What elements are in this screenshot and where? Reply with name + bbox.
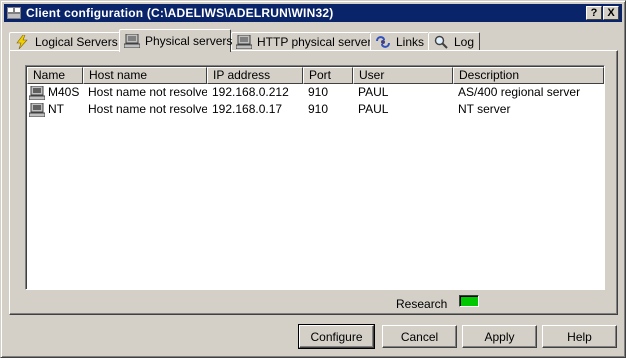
research-label: Research — [396, 297, 448, 311]
column-header-ip-address[interactable]: IP address — [207, 67, 303, 84]
configure-button[interactable]: Configure — [298, 324, 375, 349]
computer-icon — [29, 85, 45, 100]
tab-label: Links — [396, 35, 425, 49]
cell-port: 910 — [308, 85, 329, 99]
apply-button[interactable]: Apply — [462, 325, 537, 348]
magnifier-icon — [433, 35, 449, 49]
column-header-description[interactable]: Description — [453, 67, 604, 84]
lightning-icon — [14, 35, 30, 49]
cancel-button[interactable]: Cancel — [382, 325, 457, 348]
help-title-button[interactable]: ? — [586, 6, 602, 20]
tab-http-physical-servers[interactable]: HTTP physical servers — [231, 32, 377, 51]
research-indicator — [459, 295, 479, 307]
tab-panel-physical-servers: Name Host name IP address Port User Desc… — [9, 50, 618, 315]
cell-host-name: Host name not resolved — [88, 102, 207, 116]
cell-name: M40S — [27, 84, 83, 101]
tab-links[interactable]: Links — [370, 32, 429, 51]
app-icon — [7, 7, 21, 19]
help-button[interactable]: Help — [542, 325, 617, 348]
column-header-user[interactable]: User — [353, 67, 453, 84]
tab-label: Physical servers — [145, 34, 233, 48]
server-name: M40S — [48, 85, 80, 99]
server-name: NT — [48, 102, 64, 116]
computer-icon — [124, 34, 140, 48]
column-header-host-name[interactable]: Host name — [83, 67, 207, 84]
tab-label: Logical Servers — [35, 35, 118, 49]
column-header-port[interactable]: Port — [303, 67, 353, 84]
tab-physical-servers[interactable]: Physical servers — [119, 29, 233, 52]
client-configuration-window: Client configuration (C:\ADELIWS\ADELRUN… — [0, 0, 626, 358]
table-row[interactable]: NT Host name not resolved 192.168.0.17 9… — [27, 101, 604, 118]
cell-port: 910 — [308, 102, 329, 116]
close-title-button[interactable]: X — [603, 6, 619, 20]
cell-user: PAUL — [358, 102, 389, 116]
tab-logical-servers[interactable]: Logical Servers — [9, 32, 120, 51]
title-bar[interactable]: Client configuration (C:\ADELIWS\ADELRUN… — [4, 4, 622, 22]
tab-label: Log — [454, 35, 475, 49]
links-icon — [375, 35, 391, 49]
cell-host-name: Host name not resolved — [88, 85, 207, 99]
computer-icon — [29, 102, 45, 117]
computer-icon — [236, 35, 252, 49]
cell-ip-address: 192.168.0.212 — [212, 85, 289, 99]
table-row[interactable]: M40S Host name not resolved 192.168.0.21… — [27, 84, 604, 101]
window-title: Client configuration (C:\ADELIWS\ADELRUN… — [26, 6, 334, 20]
cell-name: NT — [27, 101, 83, 118]
cell-description: AS/400 regional server — [458, 85, 581, 99]
cell-description: NT server — [458, 102, 511, 116]
tab-log[interactable]: Log — [428, 32, 480, 51]
cell-ip-address: 192.168.0.17 — [212, 102, 283, 116]
list-header: Name Host name IP address Port User Desc… — [27, 67, 604, 84]
cell-user: PAUL — [358, 85, 389, 99]
column-header-name[interactable]: Name — [27, 67, 83, 84]
tab-label: HTTP physical servers — [257, 35, 378, 49]
servers-list[interactable]: Name Host name IP address Port User Desc… — [25, 65, 605, 290]
